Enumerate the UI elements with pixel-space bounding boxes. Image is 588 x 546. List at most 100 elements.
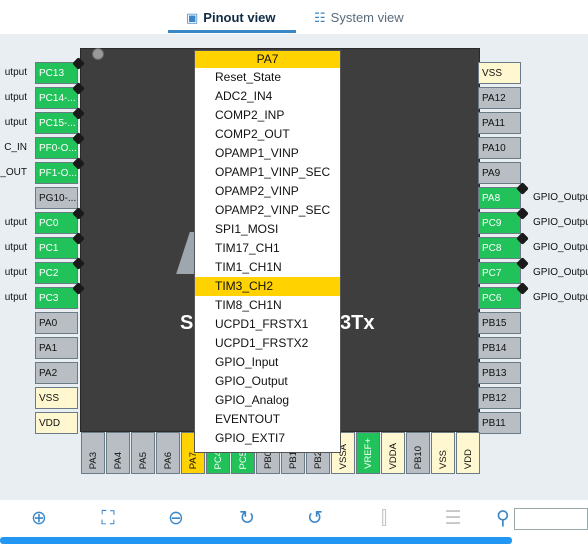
bottom-pin[interactable]: PA5 [131,432,155,474]
left-pin[interactable]: PF0-O... [35,137,78,159]
left-pin[interactable]: PC14-... [35,87,78,109]
right-pin[interactable]: PA8 [478,187,521,209]
left-pin[interactable]: PC13 [35,62,78,84]
pin-function-option[interactable]: GPIO_Input [195,353,340,372]
left-pin[interactable]: VDD [35,412,78,434]
bottom-pin-label: PC5 [238,450,249,469]
right-pin[interactable]: PB11 [478,412,521,434]
bottom-pin-label: VREF+ [363,438,374,469]
tab-pinout-view[interactable]: ▣ Pinout view [186,10,276,26]
right-pin-signal-label: GPIO_Output [533,292,588,303]
left-pin-signal-label: utput [4,217,27,228]
pin-function-option[interactable]: OPAMP1_VINP [195,144,340,163]
right-pin[interactable]: PB12 [478,387,521,409]
pin-function-option[interactable]: Reset_State [195,68,340,87]
right-pin-signal-label: GPIO_Output [533,267,588,278]
pin-function-option[interactable]: UCPD1_FRSTX1 [195,315,340,334]
left-pin[interactable]: PA0 [35,312,78,334]
pin-function-option[interactable]: OPAMP2_VINP [195,182,340,201]
bottom-pin-label: PC4 [213,450,224,469]
right-pin[interactable]: PA12 [478,87,521,109]
tab-system-label: System view [330,10,404,25]
bottom-pin[interactable]: PA4 [106,432,130,474]
pin-function-option[interactable]: COMP2_INP [195,106,340,125]
pin-function-option[interactable]: UCPD1_FRSTX2 [195,334,340,353]
bottom-pin[interactable]: PA3 [81,432,105,474]
search-input[interactable] [514,508,588,530]
flip-horizontal-icon: ☰ [444,508,462,529]
pin-function-option[interactable]: COMP2_OUT [195,125,340,144]
left-pin[interactable]: PF1-O... [35,162,78,184]
chip-name-left: S [180,312,194,334]
flip-vertical-icon: ⫿ [380,508,388,529]
bottom-pin[interactable]: PA6 [156,432,180,474]
bottom-pin-label: PB10 [413,445,424,469]
right-pin[interactable]: PB15 [478,312,521,334]
right-pin[interactable]: PA10 [478,137,521,159]
bottom-pin-label: PA6 [163,451,174,469]
left-pin[interactable]: VSS [35,387,78,409]
left-pin[interactable]: PC1 [35,237,78,259]
bottom-pin[interactable]: VDD [456,432,480,474]
rotate-left-icon[interactable]: ↺ [302,506,328,532]
bottom-pin-label: PA5 [138,451,149,469]
pin-function-option[interactable]: ADC2_IN4 [195,87,340,106]
rotate-right-icon[interactable]: ↻ [234,506,260,532]
right-pin[interactable]: PC7 [478,262,521,284]
chip-icon: ▣ [186,10,199,25]
horizontal-scrollbar[interactable] [0,537,512,544]
left-pin[interactable]: PA1 [35,337,78,359]
left-pin-signal-label: utput [4,117,27,128]
list-icon: ☷ [314,10,326,25]
pin-function-option[interactable]: GPIO_Analog [195,391,340,410]
search-icon[interactable]: ⚲ [490,506,516,532]
bottom-pin[interactable]: VREF+ [356,432,380,474]
pin-function-option[interactable]: OPAMP2_VINP_SEC [195,201,340,220]
zoom-in-icon[interactable]: ⊕ [26,506,52,532]
left-pin[interactable]: PC0 [35,212,78,234]
bottom-pin-label: PA7 [188,451,199,469]
tab-system-view[interactable]: ☷ System view [314,10,404,26]
pin-function-option[interactable]: TIM3_CH2 [195,277,340,296]
bottom-pin[interactable]: VSS [431,432,455,474]
left-pin[interactable]: PC3 [35,287,78,309]
bottom-pin-label: PA4 [113,451,124,469]
bottom-pin-label: PA3 [88,451,99,469]
right-pin[interactable]: PA9 [478,162,521,184]
pin-function-option[interactable]: TIM1_CH1N [195,258,340,277]
right-pin-signal-label: GPIO_Output [533,192,588,203]
zoom-out-icon[interactable]: ⊖ [163,506,189,532]
pin-function-option[interactable]: GPIO_EXTI7 [195,429,340,448]
right-pin-signal-label: GPIO_Output [533,217,588,228]
pin-function-option[interactable]: EVENTOUT [195,410,340,429]
right-pin[interactable]: PB13 [478,362,521,384]
bottom-pin[interactable]: VDDA [381,432,405,474]
right-pin[interactable]: PC8 [478,237,521,259]
left-pin[interactable]: PC15-... [35,112,78,134]
pin-function-option[interactable]: SPI1_MOSI [195,220,340,239]
right-pin[interactable]: PC6 [478,287,521,309]
pin-function-option[interactable]: TIM17_CH1 [195,239,340,258]
left-pin[interactable]: PG10-... [35,187,78,209]
fit-screen-icon[interactable]: ⛶ [95,506,121,532]
chip-name-right: 3Tx [340,312,375,334]
pin-function-option[interactable]: OPAMP1_VINP_SEC [195,163,340,182]
right-pin[interactable]: PC9 [478,212,521,234]
bottom-pin-label: PB2 [313,451,324,469]
right-pin[interactable]: VSS [478,62,521,84]
left-pin-signal-label: utput [4,92,27,103]
bottom-pin[interactable]: PB10 [406,432,430,474]
left-pin-signal-label: utput [4,292,27,303]
pin-function-menu[interactable]: PA7 Reset_State ADC2_IN4 COMP2_INP COMP2_OU… [194,50,341,453]
right-pin[interactable]: PB14 [478,337,521,359]
left-pin-signal-label: utput [4,242,27,253]
bottom-pin-label: VDDA [388,442,399,469]
pin-function-option[interactable]: GPIO_Output [195,372,340,391]
left-pin[interactable]: PA2 [35,362,78,384]
bottom-pin-label: PB0 [263,451,274,469]
right-pin[interactable]: PA11 [478,112,521,134]
left-pin-signal-label: utput [4,267,27,278]
tab-pinout-label: Pinout view [203,10,276,25]
pin-function-option[interactable]: TIM8_CH1N [195,296,340,315]
left-pin[interactable]: PC2 [35,262,78,284]
